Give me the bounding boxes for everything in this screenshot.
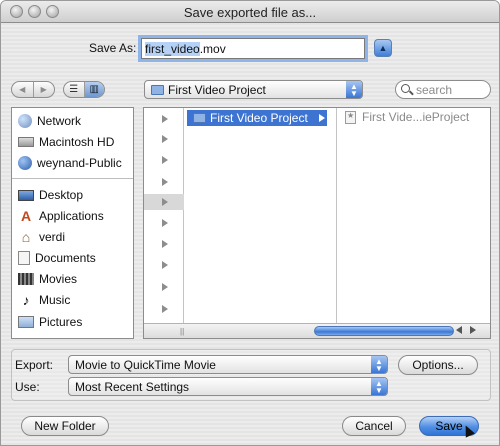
- sidebar-item-macintosh-hd[interactable]: Macintosh HD: [18, 132, 114, 152]
- selected-folder-label: First Video Project: [210, 111, 308, 125]
- sidebar-item-verdi[interactable]: ⌂ verdi: [18, 227, 65, 247]
- pictures-icon: [18, 316, 34, 328]
- options-button[interactable]: Options...: [398, 355, 478, 375]
- chevron-up-icon: ▲: [378, 43, 388, 53]
- disclosure-arrow-icon: [319, 114, 325, 122]
- documents-icon: [18, 251, 30, 265]
- filename-extension: .mov: [199, 42, 226, 56]
- folder-icon: [193, 113, 206, 123]
- disclosure-arrow-icon[interactable]: [162, 283, 168, 291]
- sidebar-item-label: Movies: [39, 272, 78, 286]
- disclosure-arrow-icon[interactable]: [162, 115, 168, 123]
- sidebar-item-music[interactable]: ♪ Music: [18, 290, 71, 310]
- disclosure-arrow-icon[interactable]: [162, 305, 168, 313]
- globe-icon: [18, 114, 32, 128]
- sidebar-item-label: verdi: [39, 230, 66, 244]
- sidebar-item-applications[interactable]: A Applications: [18, 206, 104, 226]
- use-label: Use:: [15, 380, 40, 394]
- sidebar-item-movies[interactable]: Movies: [18, 269, 77, 289]
- search-placeholder: search: [416, 83, 453, 97]
- list-item[interactable]: First Vide...ieProject: [345, 110, 469, 124]
- title-bar: Save exported file as...: [1, 1, 499, 23]
- use-settings-popup[interactable]: Most Recent Settings ▲ ▼: [68, 377, 388, 396]
- sidebar-item-weynand-public[interactable]: weynand-Public: [18, 153, 122, 173]
- scroll-left-arrow-icon[interactable]: [456, 326, 462, 334]
- sidebar-item-label: Music: [39, 293, 71, 307]
- filename-field[interactable]: first_video.mov: [141, 38, 365, 59]
- column-view-icon[interactable]: ▥: [83, 82, 104, 97]
- home-icon: ⌂: [21, 229, 31, 245]
- sidebar-item-label: Documents: [35, 251, 96, 265]
- browser-column-3: First Vide...ieProject: [339, 108, 490, 324]
- project-file-icon: [345, 110, 356, 124]
- save-as-label: Save As:: [89, 41, 137, 55]
- export-format-value: Movie to QuickTime Movie: [75, 358, 216, 372]
- hard-drive-icon: [18, 137, 34, 147]
- location-popup-value: First Video Project: [168, 83, 266, 97]
- back-arrow-icon[interactable]: ◀: [12, 82, 33, 97]
- scroll-right-arrow-icon[interactable]: [470, 326, 476, 334]
- location-popup[interactable]: First Video Project ▲ ▼: [144, 80, 363, 99]
- back-forward-control[interactable]: ◀ ▶: [11, 81, 55, 98]
- popup-arrows-icon: ▲ ▼: [371, 378, 387, 395]
- browser-column-2: First Video Project: [185, 108, 337, 324]
- sidebar-item-desktop[interactable]: Desktop: [18, 185, 83, 205]
- scrollbar-thumb[interactable]: [314, 326, 454, 336]
- disclosure-arrow-icon[interactable]: [162, 178, 168, 186]
- filename-selected-text: first_video: [145, 42, 200, 56]
- search-icon: [401, 84, 410, 93]
- disclosure-arrow-icon[interactable]: [162, 198, 168, 206]
- export-format-popup[interactable]: Movie to QuickTime Movie ▲ ▼: [68, 355, 388, 374]
- export-options-panel: Export: Movie to QuickTime Movie ▲ ▼ Opti…: [11, 349, 491, 401]
- horizontal-scrollbar[interactable]: || ||: [144, 323, 490, 338]
- forward-arrow-icon[interactable]: ▶: [32, 82, 55, 97]
- browser-column-1: [144, 108, 184, 324]
- sidebar-item-pictures[interactable]: Pictures: [18, 312, 82, 332]
- sidebar-item-documents[interactable]: Documents: [18, 248, 96, 268]
- view-mode-control[interactable]: ☰ ▥: [63, 81, 105, 98]
- column-browser: First Video Project First Vide...ieProje…: [143, 107, 491, 339]
- network-volume-icon: [18, 156, 32, 170]
- sidebar: Network Macintosh HD weynand-Public Desk…: [11, 107, 134, 339]
- save-dialog: Save exported file as... Save As: first_…: [0, 0, 500, 446]
- cancel-button[interactable]: Cancel: [342, 416, 406, 436]
- popup-arrows-icon: ▲ ▼: [371, 356, 387, 373]
- disclosure-arrow-icon[interactable]: [162, 219, 168, 227]
- applications-icon: A: [20, 208, 32, 224]
- window-title: Save exported file as...: [183, 5, 317, 20]
- new-folder-button[interactable]: New Folder: [21, 416, 109, 436]
- search-field[interactable]: search: [395, 80, 491, 99]
- selected-folder-row[interactable]: First Video Project: [187, 110, 327, 126]
- movies-icon: [18, 273, 34, 285]
- disclosure-arrow-icon[interactable]: [162, 261, 168, 269]
- sidebar-divider: [12, 178, 133, 179]
- sidebar-item-label: Desktop: [39, 188, 84, 202]
- disclosure-arrow-icon[interactable]: [162, 135, 168, 143]
- sidebar-item-label: Pictures: [39, 315, 83, 329]
- sidebar-item-label: Applications: [39, 209, 104, 223]
- popup-arrows-icon: ▲ ▼: [346, 81, 362, 98]
- list-view-icon[interactable]: ☰: [64, 82, 84, 97]
- disclosure-arrow-icon[interactable]: [162, 240, 168, 248]
- sidebar-item-label: Macintosh HD: [39, 135, 115, 149]
- export-label: Export:: [15, 358, 54, 372]
- disclosure-arrow-icon[interactable]: [162, 156, 168, 164]
- music-icon: ♪: [22, 292, 30, 308]
- sidebar-item-label: weynand-Public: [37, 156, 122, 170]
- column-resize-handle[interactable]: ||: [180, 327, 184, 336]
- use-settings-value: Most Recent Settings: [75, 380, 190, 394]
- file-name-label: First Vide...ieProject: [362, 110, 470, 124]
- folder-icon: [151, 85, 164, 95]
- collapse-dialog-button[interactable]: ▲: [374, 39, 392, 57]
- sidebar-item-network[interactable]: Network: [18, 111, 81, 131]
- sidebar-item-label: Network: [37, 114, 82, 128]
- desktop-icon: [18, 189, 34, 201]
